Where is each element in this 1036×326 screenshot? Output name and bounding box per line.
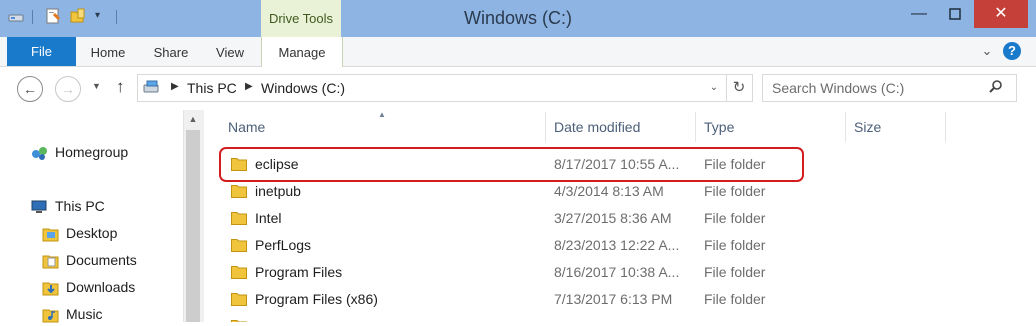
qat-separator	[32, 10, 33, 24]
file-list-scrollbar[interactable]	[1018, 110, 1036, 322]
file-date-modified: 8/23/2013 12:22 A...	[554, 237, 680, 253]
file-date-modified: 8/17/2017 10:55 A...	[554, 156, 680, 172]
maximize-icon	[949, 8, 961, 20]
recent-locations-icon[interactable]: ▼	[92, 81, 101, 91]
title-bar	[0, 0, 1036, 37]
file-type: File folder	[704, 183, 766, 199]
help-icon[interactable]: ?	[1003, 42, 1021, 60]
nav-item-label: Desktop	[66, 225, 118, 241]
table-row[interactable]: eclipse 8/17/2017 10:55 A... File folder	[219, 151, 1009, 178]
file-date-modified: 4/3/2014 8:13 AM	[554, 183, 664, 199]
table-row[interactable]: Program Files (x86) 7/13/2017 6:13 PM Fi…	[219, 286, 1009, 313]
file-date-modified: 7/13/2017 6:13 PM	[554, 291, 673, 307]
file-name: Program Files (x86)	[255, 291, 378, 307]
file-name: inetpub	[255, 183, 301, 199]
file-type: File folder	[704, 291, 766, 307]
scrollbar-thumb[interactable]	[186, 130, 200, 322]
folder-icon	[231, 158, 247, 171]
column-header-type[interactable]: Type	[696, 112, 846, 142]
nav-item-label: Music	[66, 306, 103, 322]
nav-item-label: Homegroup	[55, 144, 129, 160]
nav-item-label: Documents	[66, 252, 137, 268]
downloads-folder-icon	[42, 282, 59, 296]
file-name: PerfLogs	[255, 237, 312, 253]
minimize-icon: —	[911, 5, 927, 22]
breadcrumb-windows-c[interactable]: Windows (C:)	[261, 80, 345, 96]
folder-icon	[231, 266, 247, 279]
chevron-right-icon[interactable]: ▶	[171, 81, 179, 92]
nav-item-music[interactable]: Music	[42, 302, 103, 326]
forward-arrow-icon: →	[61, 81, 75, 97]
column-header-date-modified[interactable]: Date modified	[546, 112, 696, 142]
up-button[interactable]: ↑	[116, 77, 125, 97]
tab-view[interactable]: View	[211, 37, 249, 66]
folder-icon	[231, 185, 247, 198]
address-dropdown-icon[interactable]: ⌄	[702, 75, 726, 101]
maximize-button[interactable]	[932, 0, 978, 28]
file-name: Intel	[255, 210, 282, 226]
back-arrow-icon: ←	[23, 81, 37, 97]
chevron-right-icon[interactable]: ▶	[245, 81, 253, 92]
file-type: File folder	[704, 210, 766, 226]
file-date-modified: 8/16/2017 10:38 A...	[554, 264, 680, 280]
refresh-icon[interactable]: ↻	[726, 75, 751, 101]
column-header-name[interactable]: Name	[220, 112, 546, 142]
search-placeholder: Search Windows (C:)	[772, 80, 905, 96]
tab-file[interactable]: File	[7, 37, 76, 66]
qat-separator	[116, 10, 117, 24]
table-row[interactable]	[219, 313, 1009, 322]
computer-icon	[31, 200, 47, 214]
file-name: eclipse	[255, 156, 299, 172]
table-row[interactable]: Intel 3/27/2015 8:36 AM File folder	[219, 205, 1009, 232]
folder-icon	[231, 212, 247, 225]
nav-item-downloads[interactable]: Downloads	[42, 275, 135, 299]
search-icon[interactable]	[989, 80, 1003, 94]
table-row[interactable]: inetpub 4/3/2014 8:13 AM File folder	[219, 178, 1009, 205]
nav-item-this-pc[interactable]: This PC	[31, 194, 105, 218]
documents-folder-icon	[42, 255, 59, 269]
properties-icon[interactable]	[45, 8, 61, 24]
nav-item-documents[interactable]: Documents	[42, 248, 137, 272]
folder-icon	[231, 239, 247, 252]
nav-item-desktop[interactable]: Desktop	[42, 221, 117, 245]
breadcrumb-this-pc[interactable]: This PC	[187, 80, 237, 96]
folder-icon	[231, 293, 247, 306]
up-arrow-icon: ↑	[116, 77, 125, 96]
column-header-size[interactable]: Size	[846, 112, 946, 142]
expand-ribbon-icon[interactable]: ⌄	[978, 42, 996, 60]
table-row[interactable]: PerfLogs 8/23/2013 12:22 A... File folde…	[219, 232, 1009, 259]
back-button[interactable]: ←	[17, 76, 43, 102]
nav-item-homegroup[interactable]: Homegroup	[31, 140, 128, 164]
drive-icon[interactable]	[8, 8, 24, 24]
file-type: File folder	[704, 264, 766, 280]
this-pc-icon	[143, 80, 159, 93]
close-button[interactable]: ✕	[974, 0, 1028, 28]
tab-manage[interactable]: Manage	[261, 37, 343, 67]
homegroup-icon	[32, 147, 47, 161]
nav-item-label: This PC	[55, 198, 105, 214]
forward-button[interactable]: →	[55, 76, 81, 102]
nav-item-label: Downloads	[66, 279, 136, 295]
music-folder-icon	[42, 309, 59, 323]
qat-customize-icon[interactable]: ▾	[95, 10, 100, 21]
drive-tools-group-label: Drive Tools	[261, 0, 341, 37]
close-icon: ✕	[994, 5, 1008, 22]
file-date-modified: 3/27/2015 8:36 AM	[554, 210, 672, 226]
tab-home[interactable]: Home	[88, 37, 128, 66]
table-row[interactable]: Program Files 8/16/2017 10:38 A... File …	[219, 259, 1009, 286]
desktop-folder-icon	[42, 228, 59, 242]
file-type: File folder	[704, 156, 766, 172]
file-name: Program Files	[255, 264, 343, 280]
file-type: File folder	[704, 237, 766, 253]
new-folder-icon[interactable]	[70, 8, 86, 24]
tab-share[interactable]: Share	[150, 37, 192, 66]
scroll-up-icon[interactable]: ▲	[185, 114, 201, 126]
